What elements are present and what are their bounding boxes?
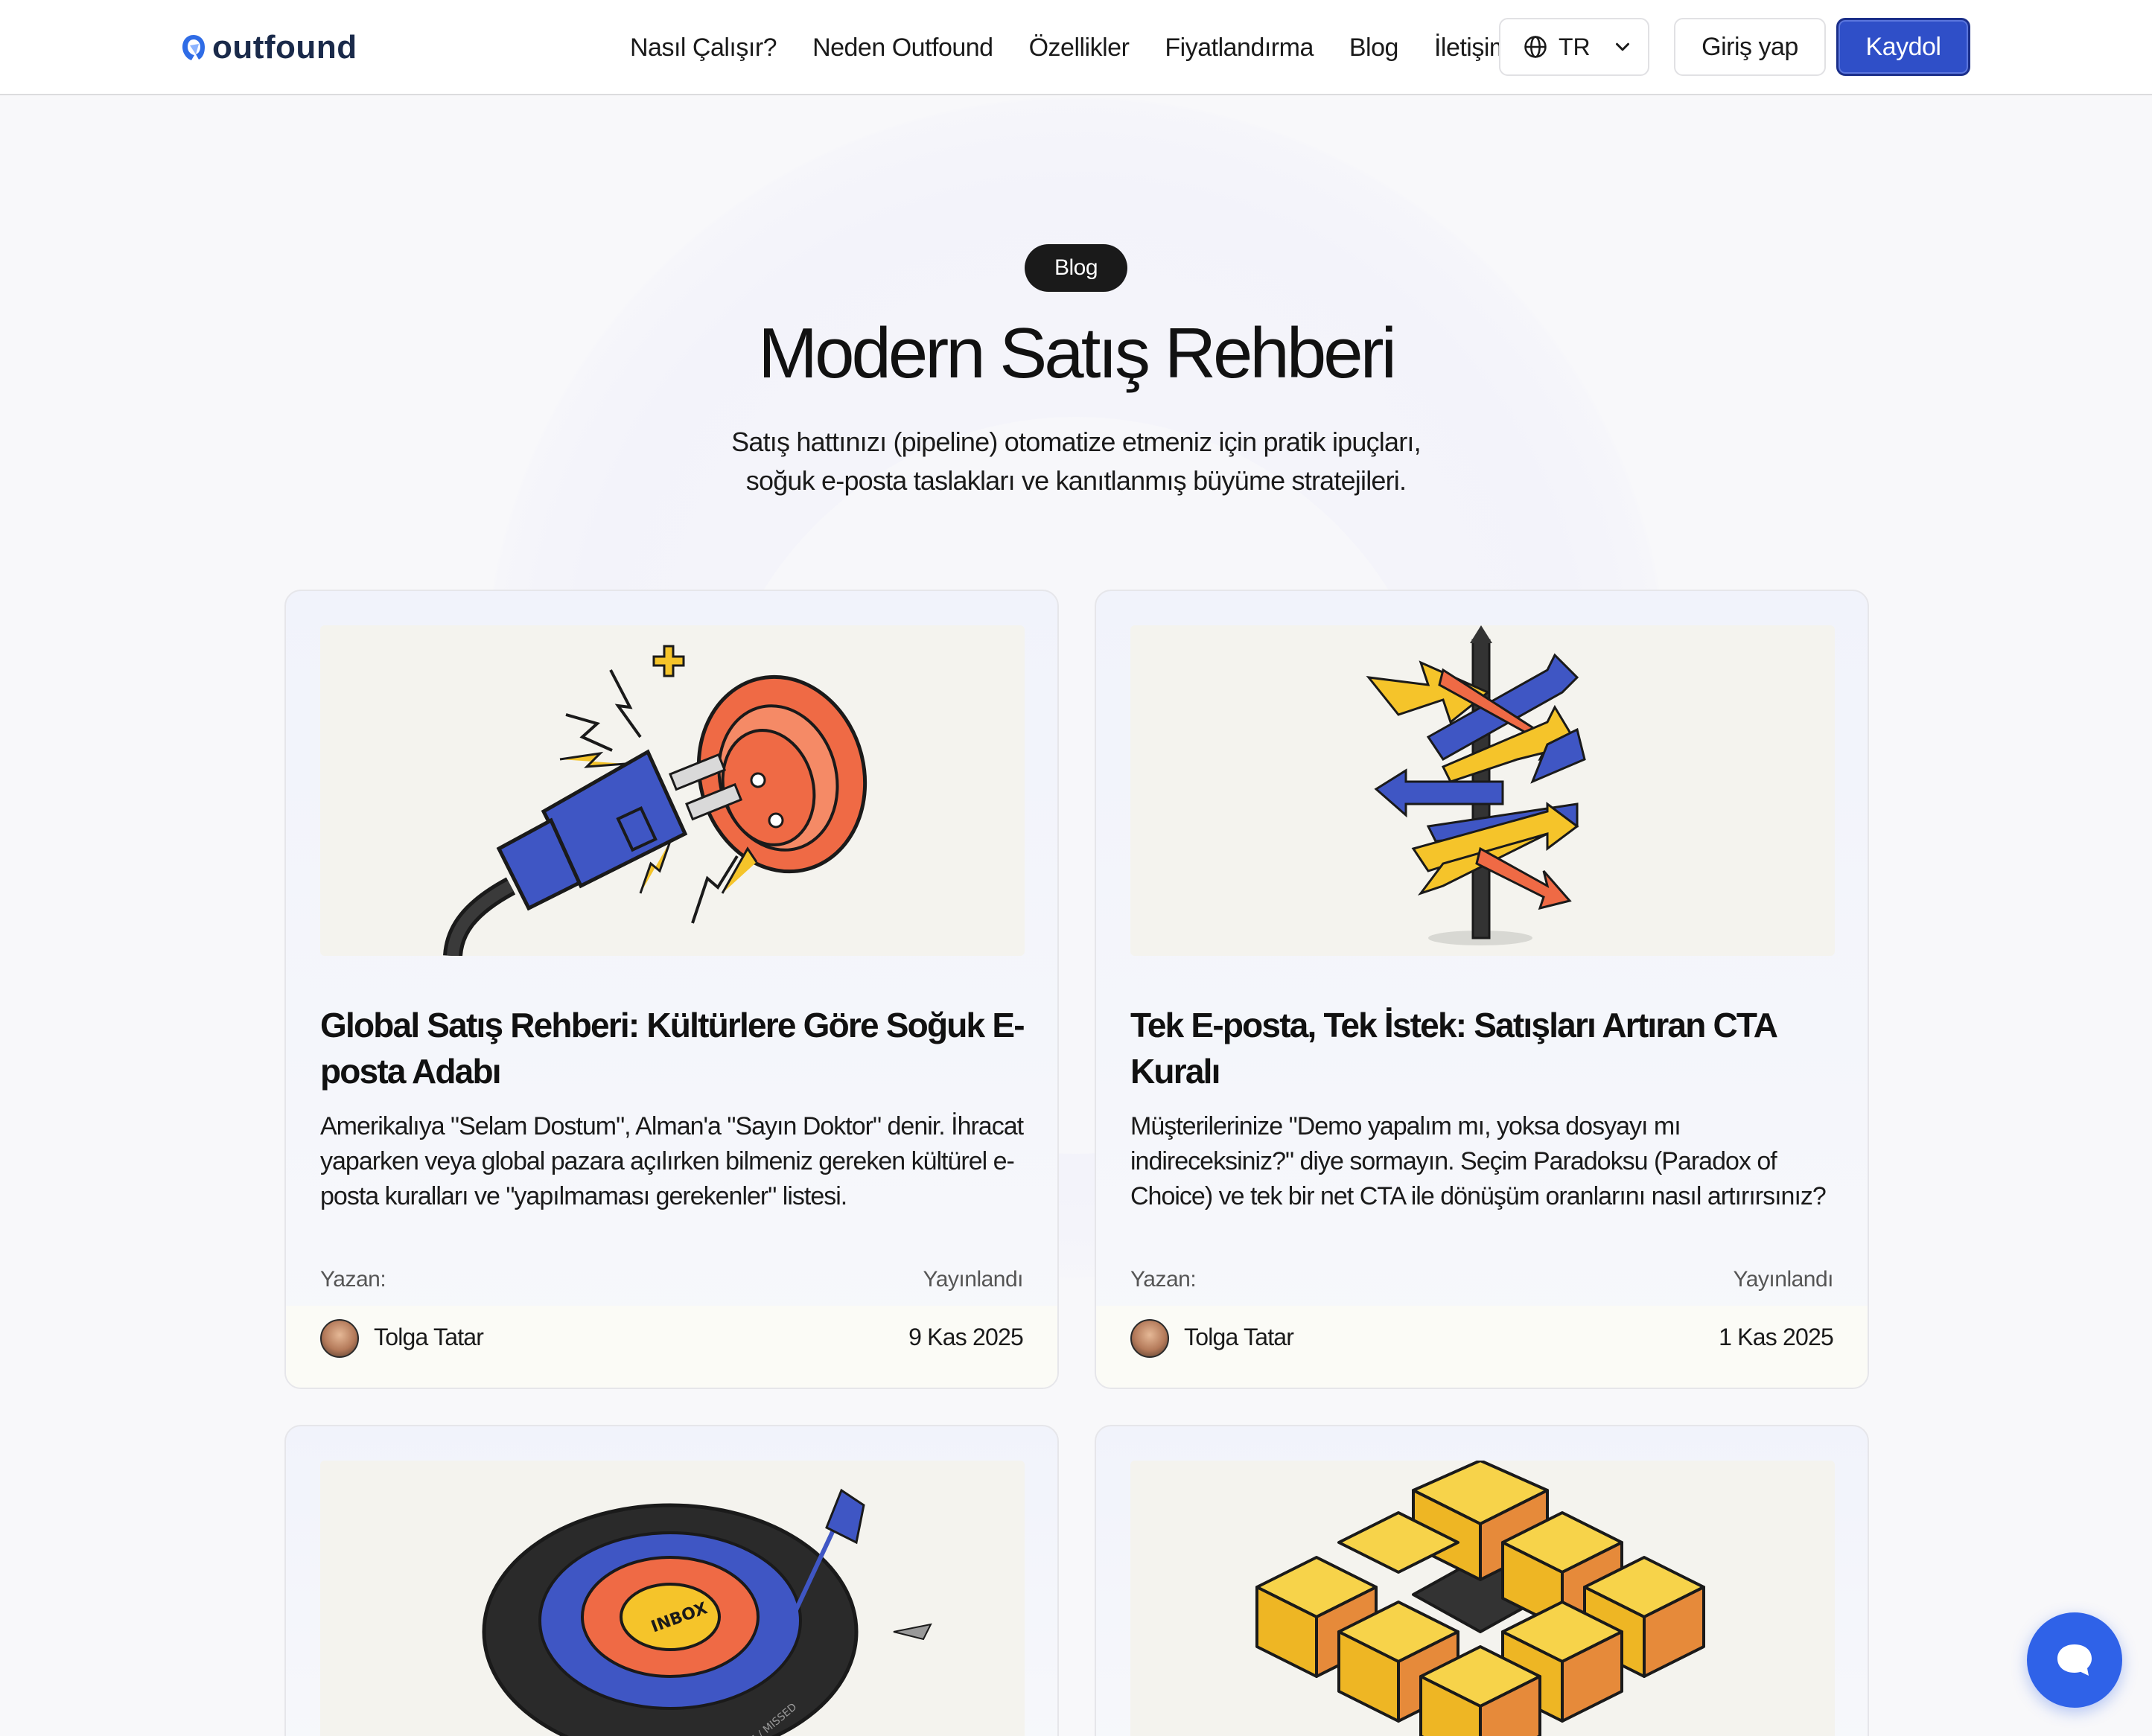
nav-why-outfound[interactable]: Neden Outfound [812,33,993,63]
avatar [1130,1319,1169,1358]
author-name: Tolga Tatar [374,1324,484,1350]
globe-icon [1524,36,1547,58]
post-title[interactable]: Global Satış Rehberi: Kültürlere Göre So… [320,1002,1028,1094]
post-image [320,625,1025,956]
logo[interactable]: outfound [181,22,357,73]
page-subtitle: Satış hattınızı (pipeline) otomatize etm… [670,423,1482,500]
post-image: INBOX SPAM / MISSED [320,1461,1025,1736]
page-subtitle-line-2: soğuk e-posta taslakları ve kanıtlanmış … [745,465,1407,496]
page: outfound Nasıl Çalışır? Neden Outfound Ö… [0,0,2152,1736]
post-image [1130,625,1835,956]
nav-how-it-works[interactable]: Nasıl Çalışır? [630,33,777,63]
published-label: Yayınlandı [1733,1267,1833,1292]
inbox-target-illustration: INBOX SPAM / MISSED [482,1488,932,1736]
author-name: Tolga Tatar [1184,1324,1294,1350]
plug-socket-illustration [443,645,868,956]
nav-pricing[interactable]: Fiyatlandırma [1165,33,1314,63]
nav-blog[interactable]: Blog [1349,33,1399,63]
post-meta: Tolga Tatar 9 Kas 2025 [286,1306,1057,1388]
blog-card[interactable]: Global Satış Rehberi: Kültürlere Göre So… [284,590,1059,1389]
post-date: 1 Kas 2025 [1719,1324,1834,1350]
signup-button[interactable]: Kaydol [1836,18,1970,76]
post-meta: Tolga Tatar 1 Kas 2025 [1096,1306,1868,1388]
published-label: Yayınlandı [923,1267,1023,1292]
post-description: Müşterilerinize "Demo yapalım mı, yoksa … [1130,1112,1827,1210]
section-badge: Blog [1025,244,1127,292]
chat-bubble-icon [2057,1644,2092,1676]
post-description: Amerikalıya "Selam Dostum", Alman'a "Say… [320,1112,1024,1210]
nav-features[interactable]: Özellikler [1029,33,1130,63]
post-image [1130,1461,1835,1736]
language-label: TR [1559,33,1591,60]
blog-card[interactable]: INBOX SPAM / MISSED [284,1425,1059,1736]
logo-icon [182,35,205,60]
main-nav: Nasıl Çalışır? Neden Outfound Özellikler… [630,27,1510,68]
page-subtitle-line-1: Satış hattınızı (pipeline) otomatize etm… [731,427,1421,457]
post-title[interactable]: Tek E-posta, Tek İstek: Satışları Artıra… [1130,1002,1838,1094]
logo-text: outfound [212,29,357,66]
post-date: 9 Kas 2025 [908,1324,1024,1350]
chat-button[interactable] [2027,1612,2122,1708]
blog-card[interactable]: Tek E-posta, Tek İstek: Satışları Artıra… [1095,590,1869,1389]
page-title: Modern Satış Rehberi [758,313,1397,393]
cubes-illustration [1255,1461,1705,1736]
login-button[interactable]: Giriş yap [1674,18,1826,76]
author-label: Yazan: [1130,1267,1197,1292]
language-selector[interactable]: TR [1499,18,1649,76]
blog-card[interactable] [1095,1425,1869,1736]
chevron-down-icon [1615,42,1629,51]
author-label: Yazan: [320,1267,386,1292]
signpost-arrows-illustration [1366,625,1586,945]
site-header: outfound Nasıl Çalışır? Neden Outfound Ö… [0,0,2152,95]
avatar [320,1319,359,1358]
